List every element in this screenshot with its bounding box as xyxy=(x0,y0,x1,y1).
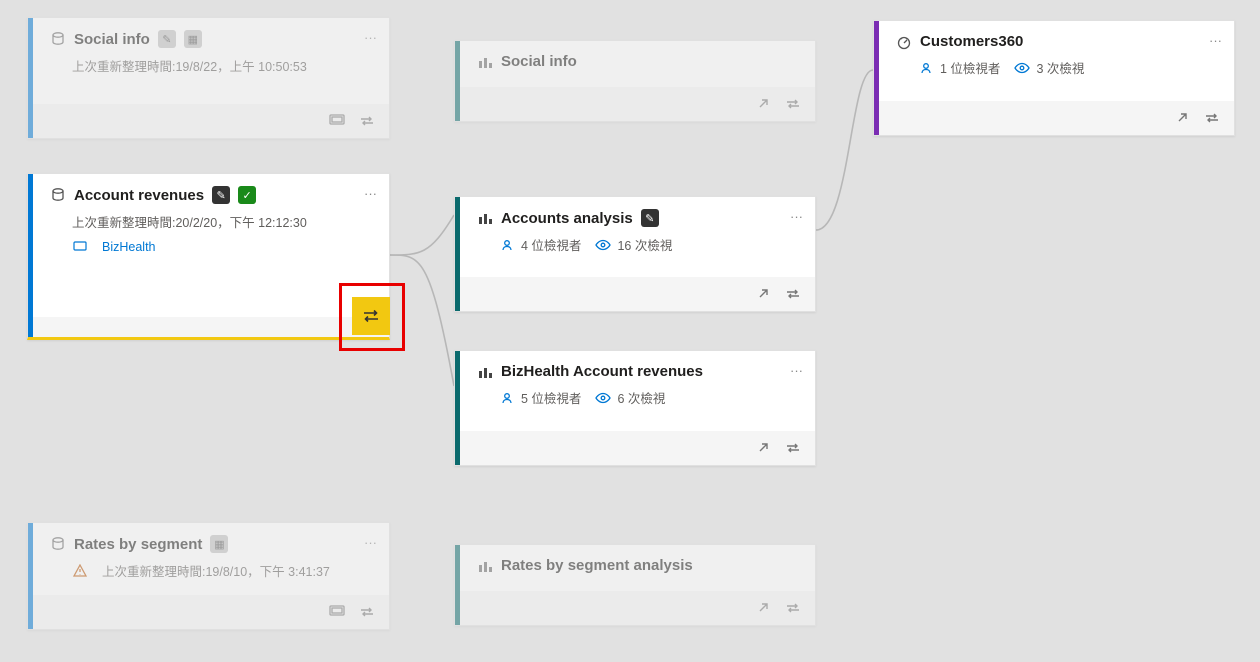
dataset-icon xyxy=(50,31,66,47)
dashboard-icon xyxy=(896,34,912,50)
views-icon xyxy=(595,390,611,406)
certified-badge-icon: ✓ xyxy=(238,186,256,204)
views-count: 16 次檢視 xyxy=(617,235,672,254)
card-title: BizHealth Account revenues xyxy=(501,363,703,380)
card-title: Customers360 xyxy=(920,33,1023,50)
more-options-icon[interactable]: ··· xyxy=(364,186,377,201)
views-icon xyxy=(1014,60,1030,76)
card-accounts-analysis-report[interactable]: Accounts analysis ✎ ··· 4 位檢視者 16 次檢視 xyxy=(454,196,816,312)
swap-icon[interactable] xyxy=(359,114,375,128)
card-title: Accounts analysis xyxy=(501,210,633,227)
card-social-info-dataset[interactable]: Social info ✎ ▦ ··· 上次重新整理時間:19/8/22，上午 … xyxy=(27,17,390,139)
card-title: Rates by segment xyxy=(74,536,202,553)
viewers-icon xyxy=(499,237,515,253)
views-count: 6 次檢視 xyxy=(617,388,665,407)
endorsement-badge-icon: ✎ xyxy=(212,186,230,204)
swap-icon[interactable] xyxy=(785,287,801,301)
open-icon[interactable] xyxy=(755,601,771,615)
more-options-icon[interactable]: ··· xyxy=(790,209,803,224)
card-title: Social info xyxy=(74,31,150,48)
viewers-count: 4 位檢視者 xyxy=(521,235,581,254)
workspace-icon[interactable] xyxy=(329,605,345,619)
sensitivity-badge-icon: ▦ xyxy=(210,535,228,553)
card-rates-analysis-report[interactable]: Rates by segment analysis xyxy=(454,544,816,626)
card-rates-by-segment-dataset[interactable]: Rates by segment ▦ ··· 上次重新整理時間:19/8/10，… xyxy=(27,522,390,630)
open-icon[interactable] xyxy=(755,441,771,455)
card-title: Social info xyxy=(501,53,577,70)
open-icon[interactable] xyxy=(755,97,771,111)
dataset-icon xyxy=(50,187,66,203)
refresh-time: 上次重新整理時間:19/8/22，上午 10:50:53 xyxy=(28,54,389,81)
endorsement-badge-icon: ✎ xyxy=(641,209,659,227)
more-options-icon[interactable]: ··· xyxy=(790,363,803,378)
swap-icon[interactable] xyxy=(359,605,375,619)
open-icon[interactable] xyxy=(1174,111,1190,125)
swap-icon[interactable] xyxy=(785,441,801,455)
more-options-icon[interactable]: ··· xyxy=(364,535,377,550)
viewers-count: 5 位檢視者 xyxy=(521,388,581,407)
report-icon xyxy=(477,54,493,70)
swap-icon[interactable] xyxy=(785,601,801,615)
card-account-revenues-dataset[interactable]: Account revenues ✎ ✓ ··· 上次重新整理時間:20/2/2… xyxy=(27,173,390,340)
swap-icon[interactable] xyxy=(1204,111,1220,125)
endorsement-badge-icon: ✎ xyxy=(158,30,176,48)
card-title: Rates by segment analysis xyxy=(501,557,693,574)
card-customers360-dashboard[interactable]: Customers360 ··· 1 位檢視者 3 次檢視 xyxy=(873,20,1235,136)
swap-icon[interactable] xyxy=(785,97,801,111)
viewers-icon xyxy=(499,390,515,406)
report-icon xyxy=(477,364,493,380)
views-count: 3 次檢視 xyxy=(1036,58,1084,77)
report-icon xyxy=(477,210,493,226)
card-social-info-report[interactable]: Social info xyxy=(454,40,816,122)
refresh-time: 上次重新整理時間:20/2/20，下午 12:12:30 xyxy=(28,210,389,237)
sensitivity-badge-icon: ▦ xyxy=(184,30,202,48)
dataset-icon xyxy=(50,536,66,552)
card-title: Account revenues xyxy=(74,187,204,204)
workspace-link-icon xyxy=(72,239,88,255)
workspace-link[interactable]: BizHealth xyxy=(102,240,156,254)
more-options-icon[interactable]: ··· xyxy=(364,30,377,45)
card-bizhealth-report[interactable]: BizHealth Account revenues ··· 5 位檢視者 6 … xyxy=(454,350,816,466)
more-options-icon[interactable]: ··· xyxy=(1209,33,1222,48)
viewers-count: 1 位檢視者 xyxy=(940,58,1000,77)
viewers-icon xyxy=(918,60,934,76)
views-icon xyxy=(595,237,611,253)
warning-icon xyxy=(72,563,88,579)
workspace-icon[interactable] xyxy=(329,114,345,128)
report-icon xyxy=(477,558,493,574)
open-icon[interactable] xyxy=(755,287,771,301)
refresh-time: 上次重新整理時間:19/8/10，下午 3:41:37 xyxy=(102,561,330,580)
swap-lineage-button[interactable] xyxy=(352,297,390,335)
